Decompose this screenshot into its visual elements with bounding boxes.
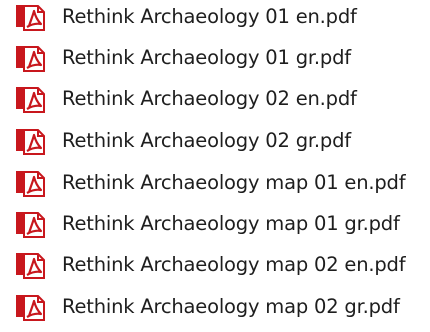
pdf-file-icon <box>14 252 48 280</box>
pdf-file-icon <box>14 86 48 114</box>
file-name: Rethink Archaeology 02 en.pdf <box>62 87 357 110</box>
file-name: Rethink Archaeology map 02 en.pdf <box>62 253 406 276</box>
file-name: Rethink Archaeology map 01 gr.pdf <box>62 212 400 235</box>
file-name: Rethink Archaeology 01 en.pdf <box>62 5 357 28</box>
file-list: Rethink Archaeology 01 en.pdf Rethink Ar… <box>0 0 430 332</box>
file-name: Rethink Archaeology map 01 en.pdf <box>62 171 406 194</box>
file-name: Rethink Archaeology 01 gr.pdf <box>62 46 351 69</box>
pdf-file-icon <box>14 4 48 32</box>
pdf-file-icon <box>14 45 48 73</box>
pdf-file-icon <box>14 211 48 239</box>
pdf-file-icon <box>14 128 48 156</box>
file-name: Rethink Archaeology map 02 gr.pdf <box>62 295 400 318</box>
pdf-file-icon <box>14 170 48 198</box>
pdf-file-icon <box>14 294 48 322</box>
file-name: Rethink Archaeology 02 gr.pdf <box>62 129 351 152</box>
